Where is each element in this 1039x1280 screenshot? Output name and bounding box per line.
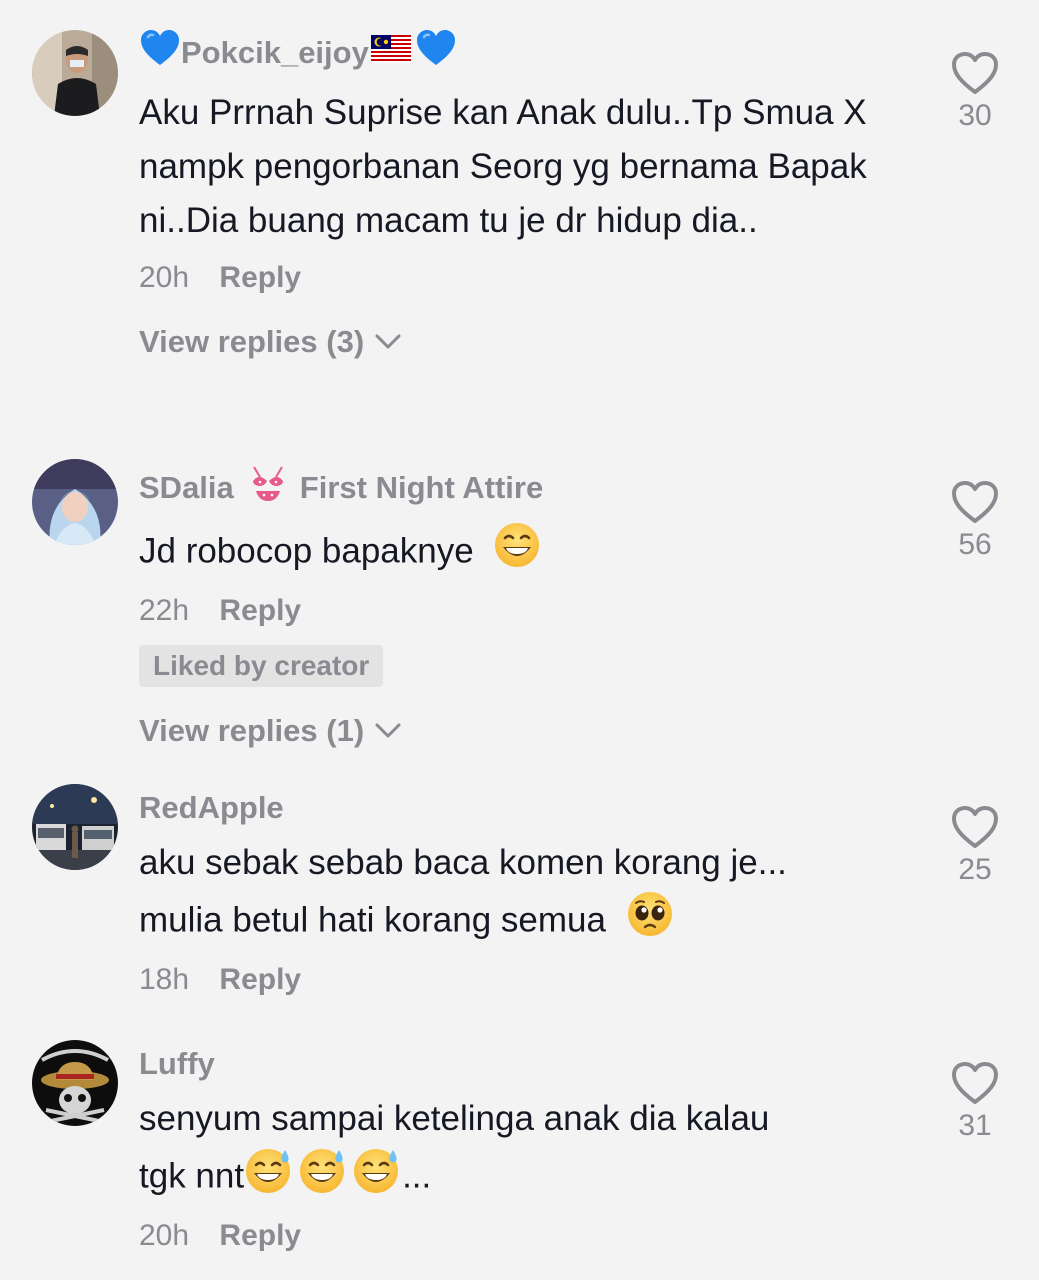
avatar[interactable] bbox=[32, 459, 118, 545]
comment-text-line: aku sebak sebab baca komen korang je... bbox=[139, 843, 787, 882]
pleading-face-icon bbox=[626, 890, 674, 954]
avatar[interactable] bbox=[32, 30, 118, 116]
avatar-image bbox=[32, 1040, 118, 1126]
comment-time: 20h bbox=[139, 1219, 190, 1252]
heart-icon[interactable] bbox=[950, 50, 1000, 96]
comment-text: Aku Prrnah Suprise kan Anak dulu..Tp Smu… bbox=[139, 93, 867, 240]
chevron-down-icon bbox=[375, 334, 401, 349]
reply-button[interactable]: Reply bbox=[219, 963, 301, 996]
like-count: 30 bbox=[958, 99, 992, 132]
comment-text: aku sebak sebab baca komen korang je... … bbox=[139, 836, 899, 954]
sweat-smile-icon bbox=[298, 1146, 348, 1210]
comment-meta: 22h Reply bbox=[139, 591, 899, 631]
like-control: 56 bbox=[944, 479, 1006, 563]
sweat-smile-icon bbox=[352, 1146, 402, 1210]
like-count: 56 bbox=[958, 528, 992, 561]
comment-text-line-2: mulia betul hati korang semua bbox=[139, 890, 899, 954]
like-control: 25 bbox=[944, 804, 1006, 888]
blue-heart-icon bbox=[139, 28, 181, 78]
comment-username[interactable]: SDalia First Night Attire bbox=[139, 463, 899, 513]
comment-text-line-2: tgk nnt ... bbox=[139, 1146, 899, 1210]
comment-username[interactable]: Luffy bbox=[139, 1044, 899, 1084]
view-replies-label: View replies (3) bbox=[139, 324, 365, 359]
comment-meta: 20h Reply bbox=[139, 1216, 899, 1256]
view-replies-button[interactable]: View replies (1) bbox=[139, 713, 899, 749]
like-count: 25 bbox=[958, 853, 992, 886]
comment-time: 22h bbox=[139, 594, 190, 627]
avatar-image bbox=[32, 784, 118, 870]
blue-heart-icon bbox=[415, 28, 457, 78]
malaysia-flag-icon bbox=[370, 33, 411, 73]
comment-text-content: mulia betul hati korang semua bbox=[139, 900, 606, 940]
comment-text: Jd robocop bapaknye bbox=[139, 521, 899, 585]
liked-by-creator-badge: Liked by creator bbox=[139, 645, 384, 687]
comment-time: 18h bbox=[139, 963, 190, 996]
view-replies-label: View replies (1) bbox=[139, 713, 365, 748]
avatar-image bbox=[32, 459, 118, 545]
heart-icon[interactable] bbox=[950, 1060, 1000, 1106]
comment-username[interactable]: Pokcik_eijoy bbox=[139, 28, 899, 78]
reply-button[interactable]: Reply bbox=[219, 261, 301, 294]
reply-button[interactable]: Reply bbox=[219, 1219, 301, 1252]
avatar[interactable] bbox=[32, 1040, 118, 1126]
view-replies-button[interactable]: View replies (3) bbox=[139, 324, 899, 360]
comment-username-text: SDalia bbox=[139, 470, 234, 505]
comment-meta: 18h Reply bbox=[139, 960, 899, 1000]
comment-text-line: senyum sampai ketelinga anak dia kalau bbox=[139, 1099, 770, 1138]
like-control: 31 bbox=[944, 1060, 1006, 1144]
comment-time: 20h bbox=[139, 261, 190, 294]
comment-username[interactable]: RedApple bbox=[139, 788, 899, 828]
avatar[interactable] bbox=[32, 784, 118, 870]
grinning-face-icon bbox=[493, 521, 541, 585]
like-count: 31 bbox=[958, 1109, 992, 1142]
comment-text-suffix: ... bbox=[402, 1156, 432, 1196]
comment-text: senyum sampai ketelinga anak dia kalau t… bbox=[139, 1092, 899, 1210]
comment-meta: 20h Reply bbox=[139, 258, 899, 298]
bikini-icon bbox=[250, 463, 286, 513]
reply-button[interactable]: Reply bbox=[219, 594, 301, 627]
comment-text-content: Jd robocop bapaknye bbox=[139, 531, 474, 571]
avatar-image bbox=[32, 30, 118, 116]
comment-username-suffix: First Night Attire bbox=[299, 470, 544, 505]
comment-username-text: Pokcik_eijoy bbox=[181, 35, 369, 70]
chevron-down-icon bbox=[375, 723, 401, 738]
heart-icon[interactable] bbox=[950, 804, 1000, 850]
sweat-smile-icon bbox=[244, 1146, 294, 1210]
comment-text-content: tgk nnt bbox=[139, 1156, 245, 1196]
heart-icon[interactable] bbox=[950, 479, 1000, 525]
like-control: 30 bbox=[944, 50, 1006, 134]
